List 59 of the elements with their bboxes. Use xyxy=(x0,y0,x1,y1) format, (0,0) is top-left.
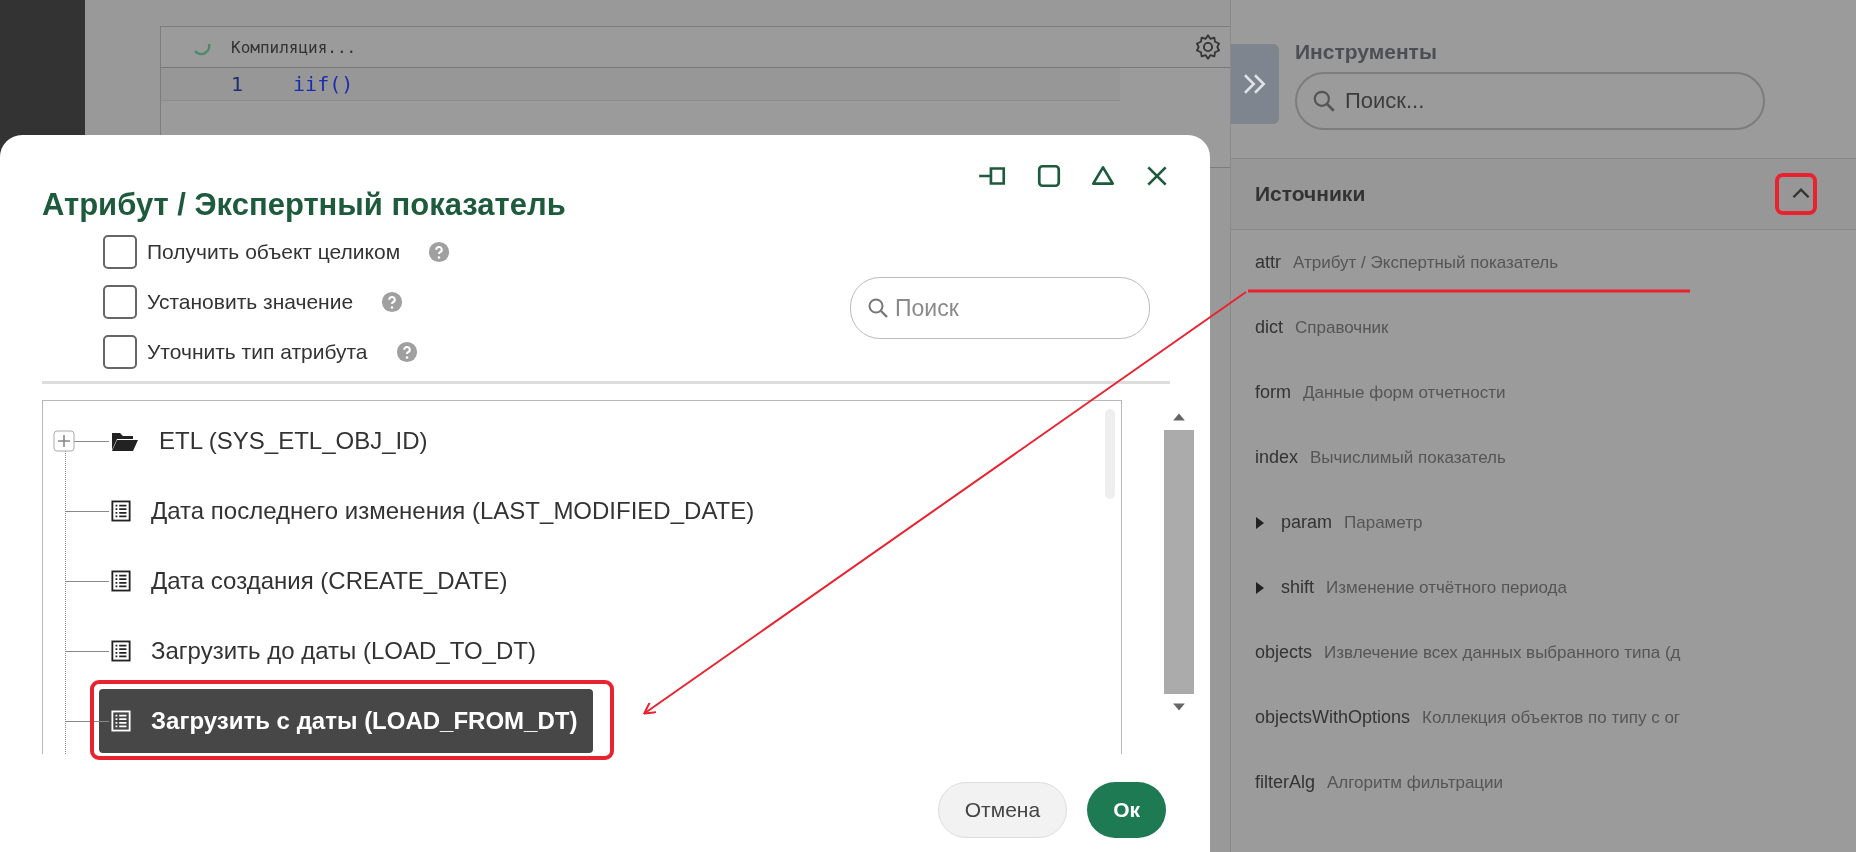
function-name[interactable]: objectsWithOptions xyxy=(1255,707,1411,728)
tree-item[interactable]: ETL (SYS_ETL_OBJ_ID) xyxy=(111,409,444,473)
checkbox[interactable] xyxy=(103,335,137,369)
list-icon xyxy=(111,640,131,662)
compile-status: Компиляция... xyxy=(231,37,358,57)
cancel-button[interactable]: Отмена xyxy=(937,782,1068,838)
ok-button[interactable]: Ок xyxy=(1087,782,1166,838)
panel-title: Инструменты xyxy=(1295,40,1438,64)
highlight-box xyxy=(1775,173,1817,215)
scrollbar-thumb[interactable] xyxy=(1164,430,1194,694)
function-description: Параметр xyxy=(1344,512,1423,533)
checkbox-label: Установить значение xyxy=(147,290,354,314)
function-name[interactable]: filterAlg xyxy=(1255,772,1316,793)
checkbox[interactable] xyxy=(103,285,137,319)
settings-icon[interactable] xyxy=(1194,33,1222,61)
function-description: Извлечение всех данных выбранного типа (д xyxy=(1324,642,1681,663)
tree-item[interactable]: Дата создания (CREATE_DATE) xyxy=(111,549,524,613)
function-description: Данные форм отчетности xyxy=(1303,382,1506,403)
function-description: Алгоритм фильтрации xyxy=(1327,772,1504,793)
checkbox-label: Уточнить тип атрибута xyxy=(147,340,368,364)
expand-triangle-icon[interactable] xyxy=(1255,581,1265,594)
search-field[interactable]: Поиск xyxy=(850,277,1150,339)
function-name[interactable]: dict xyxy=(1255,317,1283,338)
function-description: Вычислимый показатель xyxy=(1310,447,1506,468)
code-text: iif() xyxy=(293,72,354,96)
function-description: Атрибут / Экспертный показатель xyxy=(1293,252,1559,273)
maximize-icon[interactable] xyxy=(1036,163,1062,189)
help-icon[interactable] xyxy=(395,341,418,363)
tree-item[interactable]: Дата последнего изменения (LAST_MODIFIED_DATE) xyxy=(111,479,771,543)
function-name[interactable]: index xyxy=(1255,447,1299,468)
expand-button[interactable] xyxy=(1231,44,1279,124)
search-icon xyxy=(1311,88,1337,114)
function-name[interactable]: attr xyxy=(1255,252,1281,273)
list-icon xyxy=(111,570,131,592)
expand-plus-icon[interactable] xyxy=(53,430,75,452)
help-icon[interactable] xyxy=(381,291,404,313)
tree-item[interactable]: Загрузить с даты (LOAD_FROM_DT) xyxy=(99,689,594,753)
checkbox-label: Получить объект целиком xyxy=(147,240,401,264)
function-name[interactable]: form xyxy=(1255,382,1291,403)
list-icon xyxy=(111,500,131,522)
function-name[interactable]: objects xyxy=(1255,642,1313,663)
section-title: Источники xyxy=(1255,182,1366,206)
help-icon[interactable] xyxy=(428,241,451,263)
line-number: 1 xyxy=(231,72,244,96)
folder-icon xyxy=(111,430,139,452)
function-name[interactable]: shift xyxy=(1281,577,1314,598)
checkbox[interactable] xyxy=(103,235,137,269)
function-description: Коллекция объектов по типу с ог xyxy=(1422,707,1681,728)
function-description: Изменение отчётного периода xyxy=(1326,577,1567,598)
list-icon xyxy=(111,710,131,732)
search-icon xyxy=(866,296,890,320)
dialog-title: Атрибут / Экспертный показатель xyxy=(42,186,566,223)
scroll-down-icon[interactable] xyxy=(1172,702,1186,712)
tree-item[interactable]: Загрузить до даты (LOAD_TO_DT) xyxy=(111,619,552,683)
scroll-up-icon[interactable] xyxy=(1172,412,1186,422)
expand-triangle-icon[interactable] xyxy=(1255,516,1265,529)
function-description: Справочник xyxy=(1295,317,1389,338)
function-name[interactable]: param xyxy=(1281,512,1333,533)
search-field[interactable]: Поиск... xyxy=(1295,72,1765,130)
